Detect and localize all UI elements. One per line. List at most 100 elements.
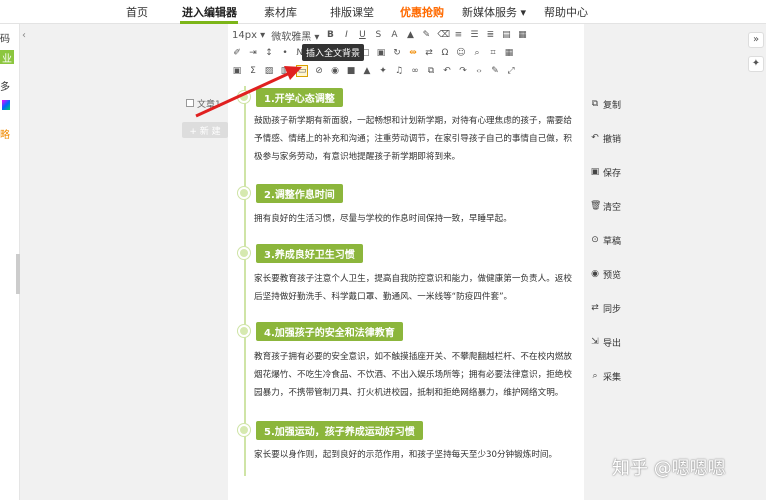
format-painter-icon[interactable]: ✎	[421, 30, 431, 40]
collapse-left-icon[interactable]: ‹	[22, 30, 32, 44]
table-icon[interactable]: ▦	[517, 30, 527, 40]
html-icon[interactable]: ‹›	[474, 66, 484, 76]
align-center-icon[interactable]: ☰	[469, 30, 479, 40]
toolbar-row-3: ▣ Σ ▨ ▥ ▭ ⊘ ◉ ■ ▲ ✦ ♫ ∞ ⧉ ↶ ↷ ‹› ✎ ⤢	[232, 62, 516, 80]
section-title: 3.养成良好卫生习惯	[256, 243, 363, 263]
section-text-5[interactable]: 家长要以身作则，起到良好的示范作用，和孩子坚持每天至少30分钟锻炼时间。	[254, 446, 576, 464]
nav-course[interactable]: 排版课堂	[330, 4, 374, 20]
save-button[interactable]: ▣ 保存	[590, 164, 632, 180]
save-icon[interactable]: ▣	[232, 66, 242, 76]
italic-icon[interactable]: I	[341, 30, 351, 40]
redo-icon[interactable]: ↷	[458, 66, 468, 76]
shadow-icon[interactable]: ▣	[376, 48, 386, 58]
strikethrough-icon[interactable]: S	[373, 30, 383, 40]
sync-icon: ⇄	[591, 303, 599, 313]
code-icon[interactable]: ⌗	[488, 48, 498, 58]
bold-icon[interactable]: B	[325, 30, 335, 40]
toolbar-tooltip: 插入全文背景	[302, 44, 365, 61]
toolbar-row-2: ✐ ⇥ ↕ • № ¶ ⇕ ↔ □ ▣ ↻ ⇹ ⇄ Ω ☺ ⌕ ⌗ ▦	[232, 44, 514, 62]
fullpage-background-icon[interactable]: ▭	[296, 65, 308, 77]
section-heading-4[interactable]: 4.加强孩子的安全和法律教育	[238, 321, 403, 341]
fullwidth-icon[interactable]: ⇹	[408, 48, 418, 58]
highlight-color-icon[interactable]: ▲	[405, 30, 415, 40]
nav-home[interactable]: 首页	[126, 4, 148, 20]
section-title: 5.加强运动，孩子养成运动好习惯	[256, 420, 423, 440]
list-bullet-icon[interactable]: •	[280, 48, 290, 58]
hyperlink-icon[interactable]: ∞	[410, 66, 420, 76]
left-green-button[interactable]: 业	[0, 50, 14, 65]
image-icon[interactable]: ▨	[264, 66, 274, 76]
link-icon[interactable]: ⊘	[314, 66, 324, 76]
eraser-icon[interactable]: ✐	[232, 48, 242, 58]
top-navigation: 首页 进入编辑器 素材库 排版课堂 优惠抢购 新媒体服务 ▾ 帮助中心	[0, 0, 766, 24]
font-size-select[interactable]: 14px ▾	[232, 30, 265, 41]
section-heading-3[interactable]: 3.养成良好卫生习惯	[238, 243, 363, 263]
nav-services[interactable]: 新媒体服务 ▾	[462, 4, 526, 20]
align-right-icon[interactable]: ≣	[485, 30, 495, 40]
nav-promo[interactable]: 优惠抢购	[400, 4, 444, 20]
left-text-3: 多	[0, 82, 10, 93]
section-text-4[interactable]: 教育孩子拥有必要的安全意识，如不触摸插座开关、不攀爬翻越栏杆、不在校内燃放烟花爆…	[254, 348, 576, 402]
article-item[interactable]: 文章1	[186, 96, 230, 110]
eye-icon: ◉	[591, 269, 599, 279]
search-icon[interactable]: ⌕	[472, 48, 482, 58]
timeline-line	[244, 86, 246, 476]
section-heading-5[interactable]: 5.加强运动，孩子养成运动好习惯	[238, 420, 423, 440]
undo-icon: ↶	[591, 133, 599, 143]
fullscreen-icon[interactable]: ⤢	[506, 66, 516, 76]
article-checkbox[interactable]	[186, 99, 194, 107]
special-char-icon[interactable]: Ω	[440, 48, 450, 58]
article-item-label: 文章1	[197, 99, 221, 110]
expand-right-icon[interactable]: »	[748, 32, 764, 48]
map-icon[interactable]: ▲	[362, 66, 372, 76]
clear-button[interactable]: 🗑 清空	[590, 198, 632, 214]
section-heading-1[interactable]: 1.开学心态调整	[238, 87, 343, 107]
indent-icon[interactable]: ⇥	[248, 48, 258, 58]
nav-materials[interactable]: 素材库	[264, 4, 297, 20]
left-sidebar: 码 业 多 略	[0, 24, 20, 500]
section-text-2[interactable]: 拥有良好的生活习惯，尽量与学校的作息时间保持一致，早睡早起。	[254, 210, 576, 228]
new-article-button[interactable]: + 新 建	[182, 122, 228, 138]
section-title: 1.开学心态调整	[256, 87, 343, 107]
copy-button[interactable]: ⧉ 复制	[590, 96, 632, 112]
emoji-icon[interactable]: ☺	[456, 48, 466, 58]
layout-icon[interactable]: ▥	[280, 66, 290, 76]
tool-label: 导出	[603, 338, 622, 349]
color-palette-icon[interactable]	[2, 100, 10, 110]
video-icon[interactable]: ■	[346, 66, 356, 76]
font-family-select[interactable]: 微软雅黑 ▾	[271, 28, 319, 43]
trash-icon: 🗑	[590, 201, 602, 211]
section-heading-2[interactable]: 2.调整作息时间	[238, 183, 343, 203]
magic-wand-icon[interactable]: ✦	[378, 66, 388, 76]
section-text-1[interactable]: 鼓励孩子新学期有新面貌，一起畅想和计划新学期，对待有心理焦虑的孩子，需要给予情感…	[254, 112, 576, 166]
nav-help[interactable]: 帮助中心	[544, 4, 588, 20]
nav-editor[interactable]: 进入编辑器	[182, 4, 237, 20]
timeline-dot-icon	[238, 91, 250, 103]
edit-icon[interactable]: ✎	[490, 66, 500, 76]
sync-button[interactable]: ⇄ 同步	[590, 300, 632, 316]
draft-button[interactable]: ⊙ 草稿	[590, 232, 632, 248]
align-left-icon[interactable]: ≡	[453, 30, 463, 40]
underline-icon[interactable]: U	[357, 30, 367, 40]
justify-icon[interactable]: ▤	[501, 30, 511, 40]
left-scrollbar[interactable]	[16, 254, 20, 294]
rotate-icon[interactable]: ↻	[392, 48, 402, 58]
clear-format-icon[interactable]: ⌫	[437, 30, 450, 40]
section-text-3[interactable]: 家长要教育孩子注意个人卫生，提高自我防控意识和能力，做健康第一负责人。返校后坚持…	[254, 270, 576, 306]
grid-icon[interactable]: ▦	[504, 48, 514, 58]
export-button[interactable]: ⇲ 导出	[590, 334, 632, 350]
preview-button[interactable]: ◉ 预览	[590, 266, 632, 282]
magic-wand-icon[interactable]: ✦	[748, 56, 764, 72]
text-direction-icon[interactable]: ⇄	[424, 48, 434, 58]
unlink-icon[interactable]: ⧉	[426, 66, 436, 76]
tool-label: 预览	[603, 270, 622, 281]
music-icon[interactable]: ♫	[394, 66, 404, 76]
collect-button[interactable]: ⌕ 采集	[590, 368, 632, 384]
undo-button[interactable]: ↶ 撤销	[590, 130, 632, 146]
font-color-icon[interactable]: A	[389, 30, 399, 40]
undo-icon[interactable]: ↶	[442, 66, 452, 76]
sum-icon[interactable]: Σ	[248, 66, 258, 76]
export-icon: ⇲	[591, 337, 599, 347]
camera-icon[interactable]: ◉	[330, 66, 340, 76]
line-height-icon[interactable]: ↕	[264, 48, 274, 58]
